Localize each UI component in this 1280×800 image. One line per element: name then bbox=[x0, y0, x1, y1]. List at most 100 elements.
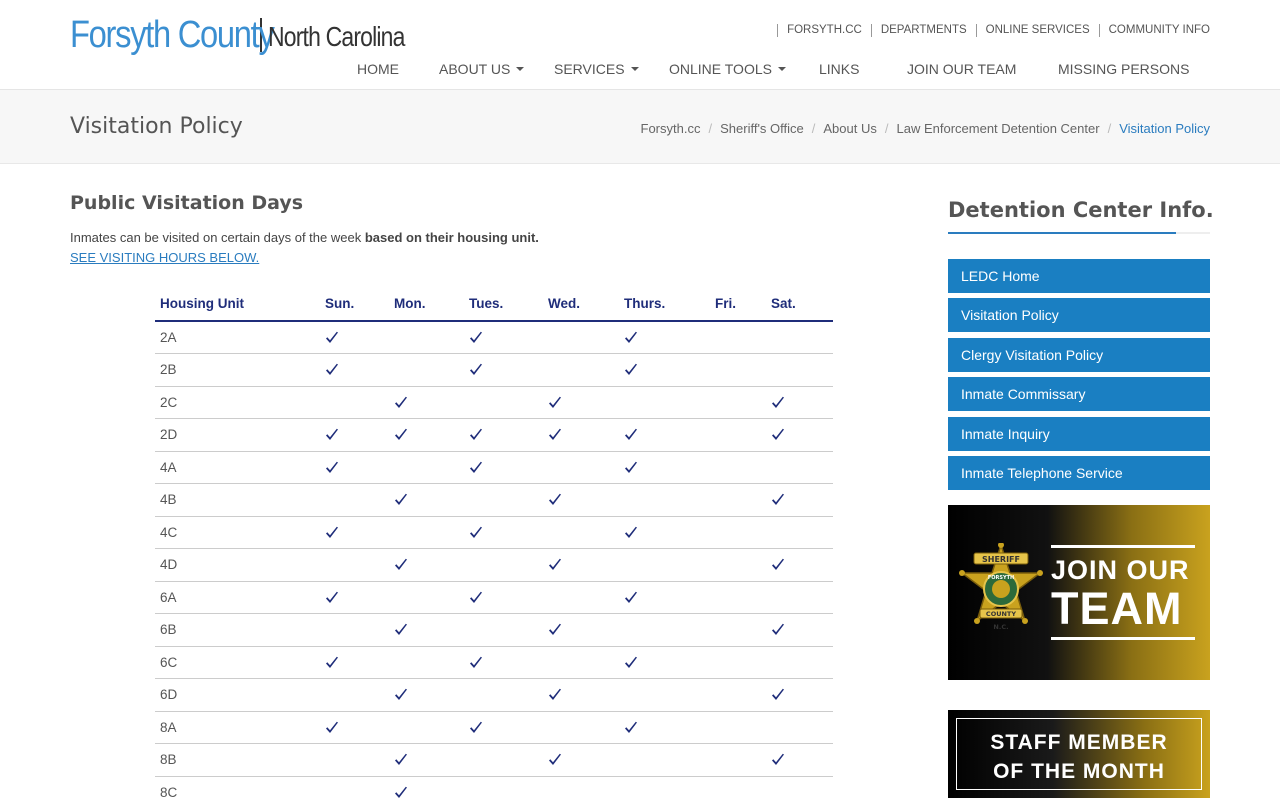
table-row: 6B bbox=[155, 613, 833, 647]
join-our-team-banner[interactable]: SHERIFF FORSYTH COUNTY N.C. JOIN OUR TEA… bbox=[948, 505, 1210, 680]
sidebar-link-inmate-inquiry[interactable]: Inmate Inquiry bbox=[948, 416, 1210, 451]
sidebar-link-clergy-visitation[interactable]: Clergy Visitation Policy bbox=[948, 337, 1210, 372]
see-visiting-hours-link[interactable]: SEE VISITING HOURS BELOW. bbox=[70, 250, 259, 265]
checkmark-icon bbox=[469, 590, 483, 605]
intro-bold: based on their housing unit. bbox=[364, 230, 539, 245]
day-cell bbox=[710, 548, 766, 582]
day-cell bbox=[464, 516, 543, 549]
day-cell bbox=[766, 321, 833, 354]
col-header-tues: Tues. bbox=[464, 286, 543, 322]
util-link-departments[interactable]: DEPARTMENTS bbox=[870, 24, 976, 37]
nav-online-tools[interactable]: ONLINE TOOLS bbox=[669, 61, 786, 77]
nav-join-our-team[interactable]: JOIN OUR TEAM bbox=[907, 61, 1016, 77]
day-cell bbox=[320, 743, 389, 777]
breadcrumb-item[interactable]: Law Enforcement Detention Center bbox=[897, 121, 1100, 136]
day-cell bbox=[464, 678, 543, 712]
day-cell bbox=[320, 353, 389, 387]
nav-services-label: SERVICES bbox=[554, 61, 625, 77]
checkmark-icon bbox=[325, 460, 339, 475]
breadcrumb-item[interactable]: Sheriff's Office bbox=[720, 121, 804, 136]
day-cell bbox=[543, 646, 619, 679]
table-body: 2A 2B 2C 2D 4A 4B 4C 4D 6A 6B 6C 6D 8A 8B 8C bbox=[155, 321, 833, 800]
checkmark-icon bbox=[624, 590, 638, 605]
nav-home-label: HOME bbox=[357, 61, 399, 77]
nav-home[interactable]: HOME bbox=[357, 61, 399, 77]
nav-about-us[interactable]: ABOUT US bbox=[439, 61, 525, 77]
table-header-row: Housing Unit Sun. Mon. Tues. Wed. Thurs.… bbox=[155, 286, 833, 322]
sidebar-link-visitation-policy[interactable]: Visitation Policy bbox=[948, 298, 1210, 333]
breadcrumb-current[interactable]: Visitation Policy bbox=[1119, 121, 1210, 136]
sidebar-title: Detention Center Info. bbox=[948, 198, 1214, 222]
housing-unit-cell: 4A bbox=[155, 451, 320, 484]
col-header-sat: Sat. bbox=[766, 286, 833, 322]
staff-member-banner[interactable]: STAFF MEMBER OF THE MONTH bbox=[948, 710, 1210, 798]
day-cell bbox=[619, 516, 710, 549]
table-row: 2A bbox=[155, 321, 833, 354]
checkmark-icon bbox=[394, 492, 408, 507]
sidebar-link-ledc-home[interactable]: LEDC Home bbox=[948, 259, 1210, 293]
breadcrumb-item[interactable]: Forsyth.cc bbox=[641, 121, 701, 136]
day-cell bbox=[766, 776, 833, 800]
day-cell bbox=[389, 678, 464, 712]
nav-missing-label: MISSING PERSONS bbox=[1058, 61, 1190, 77]
checkmark-icon bbox=[469, 525, 483, 540]
day-cell bbox=[543, 743, 619, 777]
checkmark-icon bbox=[394, 752, 408, 767]
sidebar-link-inmate-commissary[interactable]: Inmate Commissary bbox=[948, 377, 1210, 412]
checkmark-icon bbox=[548, 752, 562, 767]
nav-links[interactable]: LINKS bbox=[819, 61, 859, 77]
day-cell bbox=[619, 613, 710, 647]
banner-staff-line2: OF THE MONTH bbox=[993, 760, 1165, 783]
util-link-community-info[interactable]: COMMUNITY INFO bbox=[1098, 24, 1210, 37]
util-link-online-services[interactable]: ONLINE SERVICES bbox=[975, 24, 1099, 37]
day-cell bbox=[389, 353, 464, 387]
day-cell bbox=[320, 548, 389, 582]
logo-county-text: Forsyth County bbox=[70, 14, 275, 56]
day-cell bbox=[389, 548, 464, 582]
page-title: Visitation Policy bbox=[70, 114, 243, 139]
day-cell bbox=[320, 321, 389, 354]
nav-about-label: ABOUT US bbox=[439, 61, 511, 77]
site-logo[interactable]: Forsyth County North Carolina bbox=[70, 14, 435, 56]
table-row: 4C bbox=[155, 516, 833, 549]
col-header-sun: Sun. bbox=[320, 286, 389, 322]
table-row: 2C bbox=[155, 386, 833, 419]
sidebar-link-inmate-telephone[interactable]: Inmate Telephone Service bbox=[948, 455, 1210, 490]
day-cell bbox=[619, 743, 710, 777]
day-cell bbox=[320, 451, 389, 484]
col-header-fri: Fri. bbox=[710, 286, 766, 322]
checkmark-icon bbox=[771, 622, 785, 637]
housing-unit-cell: 6C bbox=[155, 646, 320, 679]
day-cell bbox=[464, 418, 543, 452]
day-cell bbox=[543, 711, 619, 744]
day-cell bbox=[543, 516, 619, 549]
section-title: Public Visitation Days bbox=[70, 192, 304, 214]
day-cell bbox=[464, 613, 543, 647]
checkmark-icon bbox=[325, 525, 339, 540]
housing-unit-cell: 8B bbox=[155, 743, 320, 777]
day-cell bbox=[389, 646, 464, 679]
day-cell bbox=[389, 321, 464, 354]
breadcrumb-item[interactable]: About Us bbox=[823, 121, 876, 136]
nav-missing-persons[interactable]: MISSING PERSONS bbox=[1058, 61, 1189, 77]
day-cell bbox=[619, 483, 710, 517]
housing-unit-cell: 2D bbox=[155, 418, 320, 452]
breadcrumb-separator: / bbox=[884, 121, 889, 136]
day-cell bbox=[543, 451, 619, 484]
table-row: 8C bbox=[155, 776, 833, 800]
housing-unit-cell: 4C bbox=[155, 516, 320, 549]
util-link-forsyth[interactable]: FORSYTH.CC bbox=[777, 24, 871, 37]
day-cell bbox=[766, 418, 833, 452]
checkmark-icon bbox=[624, 720, 638, 735]
day-cell bbox=[619, 646, 710, 679]
housing-unit-cell: 2C bbox=[155, 386, 320, 419]
checkmark-icon bbox=[325, 330, 339, 345]
checkmark-icon bbox=[394, 395, 408, 410]
table-row: 2D bbox=[155, 418, 833, 452]
nav-services[interactable]: SERVICES bbox=[554, 61, 639, 77]
day-cell bbox=[464, 353, 543, 387]
housing-unit-cell: 8A bbox=[155, 711, 320, 744]
day-cell bbox=[766, 613, 833, 647]
day-cell bbox=[320, 776, 389, 800]
day-cell bbox=[619, 451, 710, 484]
